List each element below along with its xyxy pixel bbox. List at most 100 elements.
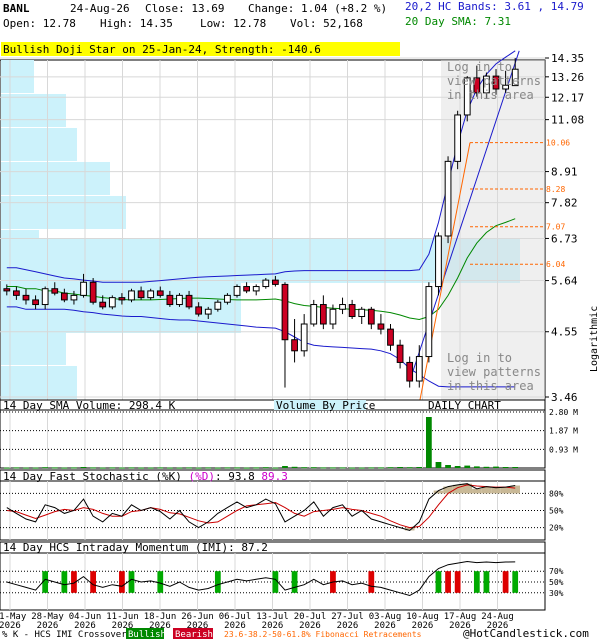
candle-body (195, 306, 203, 315)
volume-bar (445, 465, 451, 468)
log-scale-label: Logarithmic (589, 306, 600, 372)
imi-crossover-bar (368, 571, 375, 593)
candle-body (252, 286, 260, 292)
volume-bar (176, 467, 183, 469)
candle-body (99, 301, 107, 308)
bullish-label: Bullish (128, 630, 166, 640)
volume-bar (32, 467, 39, 469)
volume-bar (157, 467, 164, 469)
pattern-login-top-line-2: view patterns (447, 74, 541, 88)
volume-by-price-label: Volume By Price (276, 399, 375, 412)
bearish-label: Bearish (175, 630, 213, 640)
price-tick-label: 4.55 (551, 326, 578, 339)
candle-body (319, 304, 327, 325)
candle-body (425, 286, 433, 358)
volume-bar (272, 467, 279, 469)
candle-body (281, 283, 289, 341)
volume-panel: 14 Day SMA Volume: 298.4 K Volume By Pri… (0, 399, 578, 469)
candle-body (176, 294, 183, 306)
imi-crossover-bar (483, 571, 490, 593)
price-tick-label: 3.46 (551, 391, 578, 404)
candle-body (60, 292, 68, 301)
open-value: Open: 12.78 (3, 17, 76, 30)
candle-body (41, 288, 49, 306)
volume-bar (301, 467, 308, 469)
fibonacci-note: 23.6-38.2-50-61.8% Fibonacci Retracement… (224, 630, 422, 639)
volume-bar (368, 467, 375, 469)
volume-bar (282, 466, 288, 468)
volume-bar (234, 467, 240, 469)
candle-body (310, 304, 318, 325)
pattern-login-top-line-3: in this area (447, 88, 534, 102)
copyright[interactable]: @HotCandlestick.com (463, 627, 589, 640)
volume-bar (186, 467, 192, 469)
imi-panel: 14 Day HCS Intraday Momentum (IMI): 87.2… (0, 541, 564, 611)
price-panel: 14.35 13.26 12.17 11.08 8.91 7.82 6.73 5.64 4.55… (0, 50, 584, 411)
date: 24-Aug-26 (70, 2, 130, 15)
candle-body (224, 294, 231, 303)
pattern-login-bottom-line-2: view patterns (447, 365, 541, 379)
stoch-overbought-fill (510, 485, 520, 494)
imi-crossover-bar (61, 571, 68, 593)
stochastic-k-value: 93.8 (228, 470, 255, 483)
candle-body (166, 294, 174, 306)
date-axis-labels: 21-May202628-May202604-Jun202611-Jun2026… (0, 612, 514, 631)
stoch-overbought-fill (500, 487, 511, 494)
candle-body (185, 294, 193, 308)
price-tick-label: 6.73 (551, 232, 578, 245)
price-tick-label: 13.26 (551, 71, 584, 84)
stoch-overbought-fill (472, 488, 482, 494)
pattern-login-bottom-line-3: in this area (447, 379, 534, 393)
volume-bar (387, 467, 394, 469)
volume-bar (339, 467, 346, 469)
vbp-bar (1, 128, 77, 161)
imi-crossover-bar (502, 571, 509, 593)
volume-bar (90, 467, 97, 469)
price-tick-label: 11.08 (551, 114, 584, 127)
imi-crossover-bar (473, 571, 480, 593)
imi-axis-ticks: 70% 50% 30% (549, 567, 564, 598)
stoch-tick-label: 20% (549, 524, 564, 533)
volume-bar (195, 467, 202, 469)
candle-body (387, 328, 394, 346)
candle-body (118, 297, 126, 301)
volume-bar (147, 467, 154, 469)
candle-body (367, 308, 375, 325)
high-value: High: 14.35 (100, 17, 173, 30)
sma-label: 20 Day SMA: 7.31 (405, 15, 511, 28)
price-tick-label: 7.82 (551, 197, 578, 210)
volume-bar (42, 467, 49, 469)
candle-body (156, 290, 164, 296)
candle-body (444, 160, 452, 237)
candle-body (262, 279, 270, 288)
volume-bar (397, 467, 403, 468)
imi-crossover-bar (454, 571, 461, 593)
price-tick-label: 5.64 (551, 275, 578, 288)
fibonacci-level-label: 6.04 (546, 260, 565, 269)
volume-bar (51, 467, 58, 469)
close-value: Close: 13.69 (145, 2, 224, 15)
imi-crossover-bar (512, 571, 519, 593)
candle-body (415, 356, 423, 382)
candle-body (214, 301, 222, 310)
imi-title: 14 Day HCS Intraday Momentum (IMI): 87.2 (3, 541, 268, 554)
volume-bar (454, 466, 461, 468)
volume-bar (119, 467, 125, 469)
candle-body (70, 294, 78, 301)
price-tick-label: 8.91 (551, 166, 578, 179)
volume-tick-label: 0.93 M (549, 445, 578, 454)
volume-bar (128, 467, 135, 469)
price-tick-label: 14.35 (551, 52, 584, 65)
daily-chart-label: DAILY CHART (428, 399, 501, 412)
imi-crossover-bar (214, 571, 221, 593)
stoch-tick-label: 50% (549, 507, 564, 516)
candle-body (435, 235, 442, 288)
candle-body (377, 323, 385, 330)
stochastic-d-value: 89.3 (261, 470, 288, 483)
bands-label: 20,2 HC Bands: 3.61 , 14.79 (405, 0, 584, 13)
vbp-bar (1, 162, 110, 195)
fibonacci-level-label: 8.28 (546, 185, 565, 194)
candle-body (339, 304, 346, 310)
volume-bar (224, 467, 231, 469)
candle-body (454, 114, 462, 162)
